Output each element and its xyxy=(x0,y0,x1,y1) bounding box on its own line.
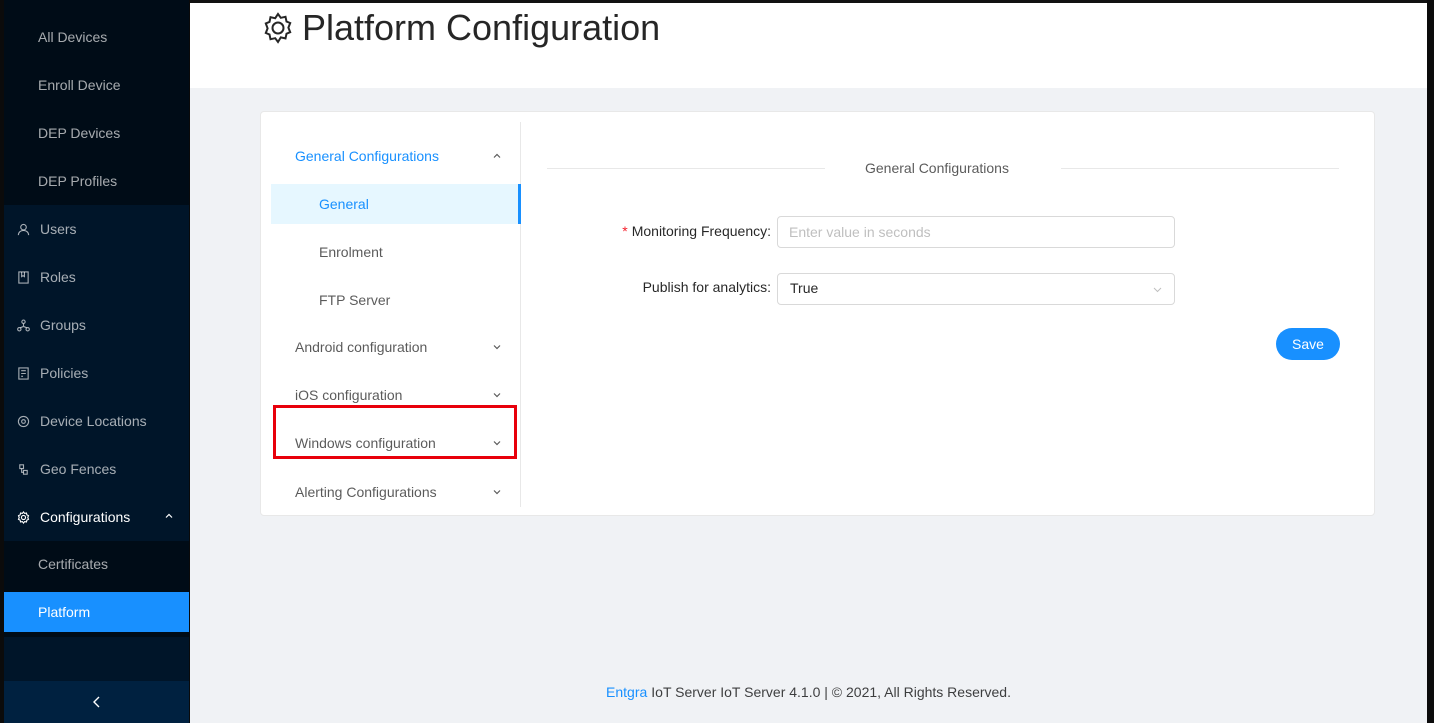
chevron-down-icon xyxy=(493,490,501,495)
sidebar-item-dep-devices[interactable]: DEP Devices xyxy=(4,113,189,153)
location-icon xyxy=(16,414,30,428)
config-item-enrolment[interactable]: Enrolment xyxy=(271,232,521,272)
audit-icon xyxy=(16,366,30,380)
monitoring-frequency-input[interactable] xyxy=(777,216,1175,248)
divider-left xyxy=(547,168,825,169)
settings-icon xyxy=(16,510,30,524)
sidebar-collapse-button[interactable] xyxy=(4,681,189,723)
gateway-icon xyxy=(16,462,30,476)
chevron-left-icon xyxy=(92,696,99,708)
config-menu: General Configurations General Enrolment… xyxy=(271,122,521,507)
sidebar-item-all-devices[interactable]: All Devices xyxy=(4,17,189,57)
chevron-down-icon xyxy=(1153,287,1162,293)
cluster-icon xyxy=(16,318,30,332)
config-group-ios[interactable]: iOS configuration xyxy=(271,375,521,415)
config-item-general[interactable]: General xyxy=(271,184,521,224)
sidebar-item-geo-fences[interactable]: Geo Fences xyxy=(4,449,189,489)
footer: Entgra IoT Server IoT Server 4.1.0 | © 2… xyxy=(190,660,1427,723)
config-group-alerting[interactable]: Alerting Configurations xyxy=(271,472,521,512)
publish-analytics-label: Publish for analytics: xyxy=(642,279,771,295)
chevron-down-icon xyxy=(493,441,501,446)
section-title: General Configurations xyxy=(865,160,1009,176)
publish-analytics-select[interactable]: True xyxy=(777,273,1175,305)
sidebar-item-enroll-device[interactable]: Enroll Device xyxy=(4,65,189,105)
settings-icon xyxy=(264,12,292,44)
sidebar-item-dep-profiles[interactable]: DEP Profiles xyxy=(4,161,189,201)
book-icon xyxy=(16,270,30,284)
sidebar-item-groups[interactable]: Groups xyxy=(4,305,189,345)
config-item-ftp-server[interactable]: FTP Server xyxy=(271,280,521,320)
sidebar-item-certificates[interactable]: Certificates xyxy=(4,544,189,584)
config-card: General Configurations General Enrolment… xyxy=(260,111,1375,516)
user-icon xyxy=(16,222,30,236)
sidebar-item-configurations[interactable]: Configurations xyxy=(4,497,189,537)
sidebar-item-users[interactable]: Users xyxy=(4,209,189,249)
footer-text: IoT Server IoT Server 4.1.0 | © 2021, Al… xyxy=(651,683,1011,700)
page-title: Platform Configuration xyxy=(260,7,660,49)
sidebar-item-device-locations[interactable]: Device Locations xyxy=(4,401,189,441)
sidebar-item-roles[interactable]: Roles xyxy=(4,257,189,297)
chevron-down-icon xyxy=(493,345,501,350)
footer-brand[interactable]: Entgra xyxy=(606,684,647,700)
monitoring-frequency-label: * Monitoring Frequency: xyxy=(622,223,771,239)
sidebar-item-platform[interactable]: Platform xyxy=(4,592,189,632)
config-group-windows[interactable]: Windows configuration xyxy=(271,423,521,463)
page-header: Platform Configuration xyxy=(190,0,1427,88)
window-edge xyxy=(1427,0,1434,723)
chevron-up-icon xyxy=(493,153,501,158)
config-group-general[interactable]: General Configurations xyxy=(271,136,521,176)
sidebar: All Devices Enroll Device DEP Devices DE… xyxy=(0,0,190,723)
save-button[interactable]: Save xyxy=(1276,328,1340,360)
chevron-down-icon xyxy=(493,393,501,398)
config-group-android[interactable]: Android configuration xyxy=(271,327,521,367)
divider-right xyxy=(1061,168,1339,169)
required-mark: * xyxy=(622,223,628,239)
chevron-up-icon xyxy=(165,513,173,518)
sidebar-item-policies[interactable]: Policies xyxy=(4,353,189,393)
